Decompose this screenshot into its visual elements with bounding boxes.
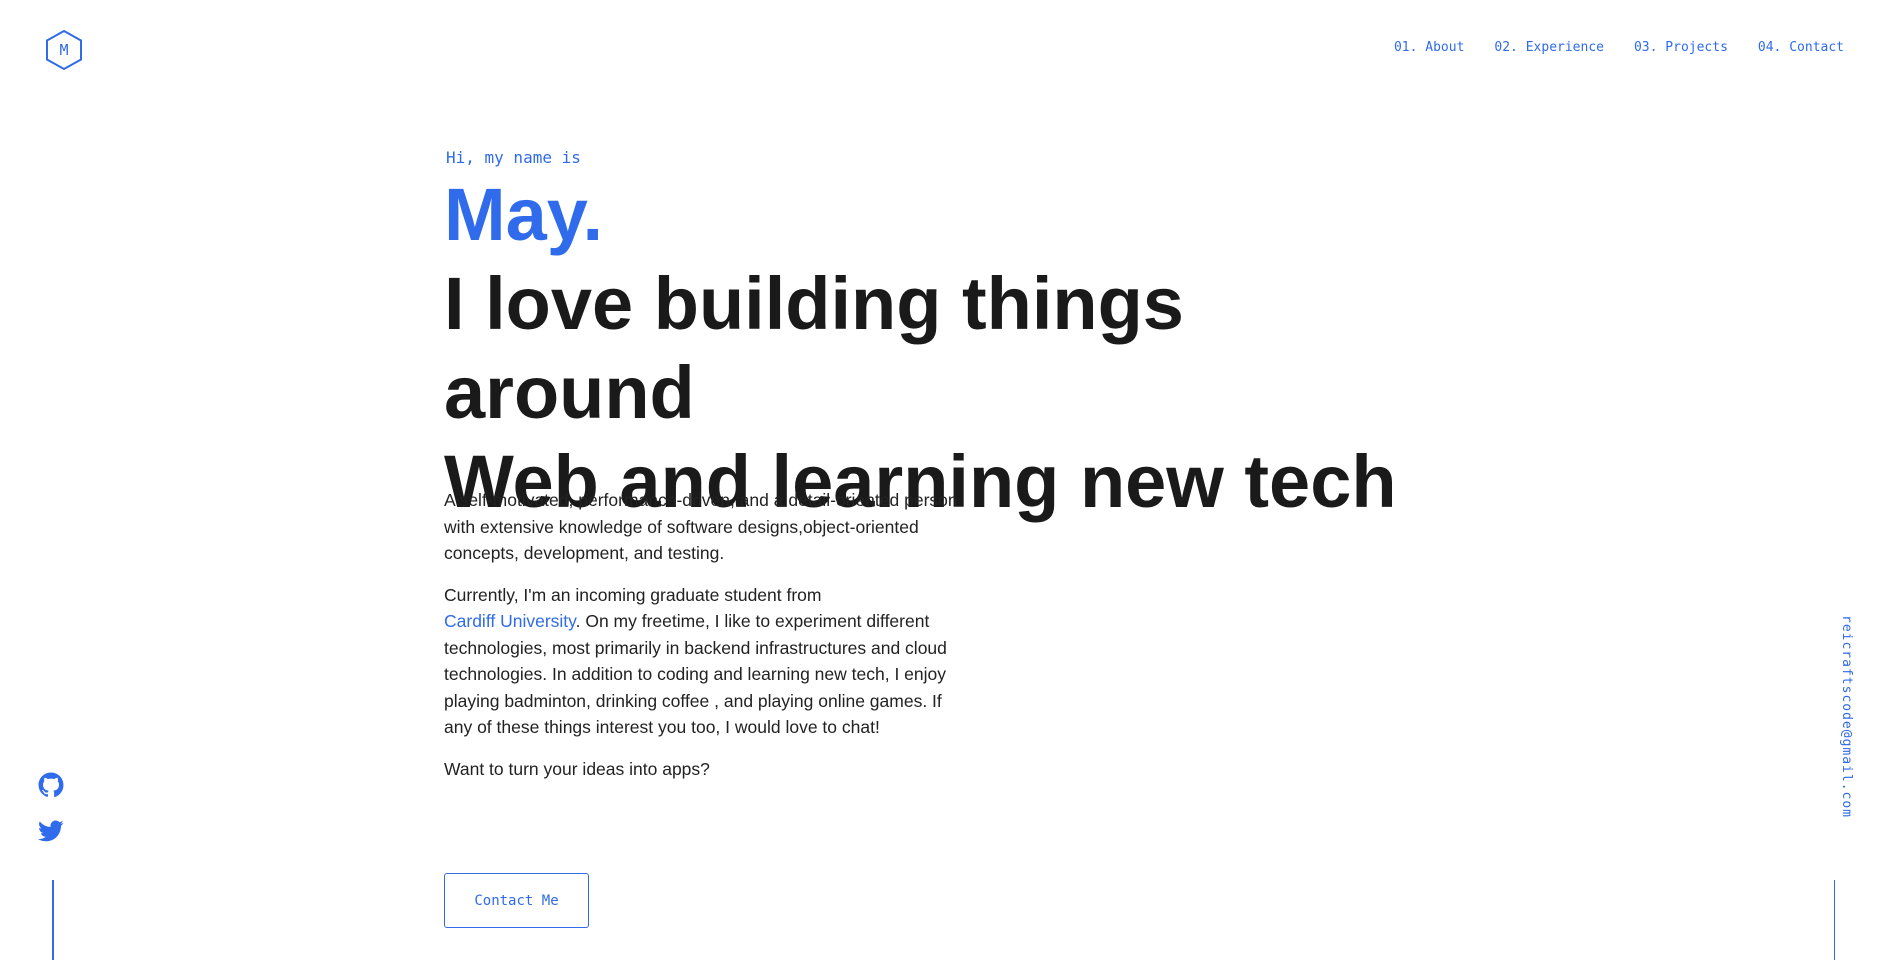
about-paragraph-3: Want to turn your ideas into apps? xyxy=(444,758,710,779)
headline-line-1: I love building things around xyxy=(444,262,1184,434)
about-paragraph-2: Currently, I'm an incoming graduate stud… xyxy=(444,582,964,741)
twitter-icon[interactable] xyxy=(38,818,66,846)
about-paragraph-2-prefix: Currently, I'm an incoming graduate stud… xyxy=(444,584,822,605)
logo[interactable]: M xyxy=(42,28,86,72)
logo-letter: M xyxy=(59,41,69,59)
nav-item-contact[interactable]: 04. Contact xyxy=(1758,40,1844,55)
right-vertical-line xyxy=(1833,880,1835,960)
greeting: Hi, my name is xyxy=(446,148,581,167)
about-text: A self-motivated, performance-driven, an… xyxy=(444,487,964,797)
contact-me-button[interactable]: Contact Me xyxy=(444,873,589,928)
hero-headline: I love building things around Web and le… xyxy=(444,259,1444,526)
university-link[interactable]: Cardiff University xyxy=(444,611,576,631)
left-vertical-line xyxy=(52,880,54,960)
about-paragraph-1: A self-motivated, performance-driven, an… xyxy=(444,490,958,563)
github-icon[interactable] xyxy=(38,772,66,800)
hero-section: Hi, my name is May. I love building thin… xyxy=(444,148,1444,526)
nav-item-projects[interactable]: 03. Projects xyxy=(1634,40,1728,55)
top-nav: 01. About 02. Experience 03. Projects 04… xyxy=(1394,40,1844,55)
social-links xyxy=(38,772,66,864)
hero-name: May. xyxy=(444,173,604,256)
email-link[interactable]: reicraftscode@gmail.com xyxy=(1839,615,1854,818)
nav-item-about[interactable]: 01. About xyxy=(1394,40,1464,55)
nav-item-experience[interactable]: 02. Experience xyxy=(1494,40,1604,55)
